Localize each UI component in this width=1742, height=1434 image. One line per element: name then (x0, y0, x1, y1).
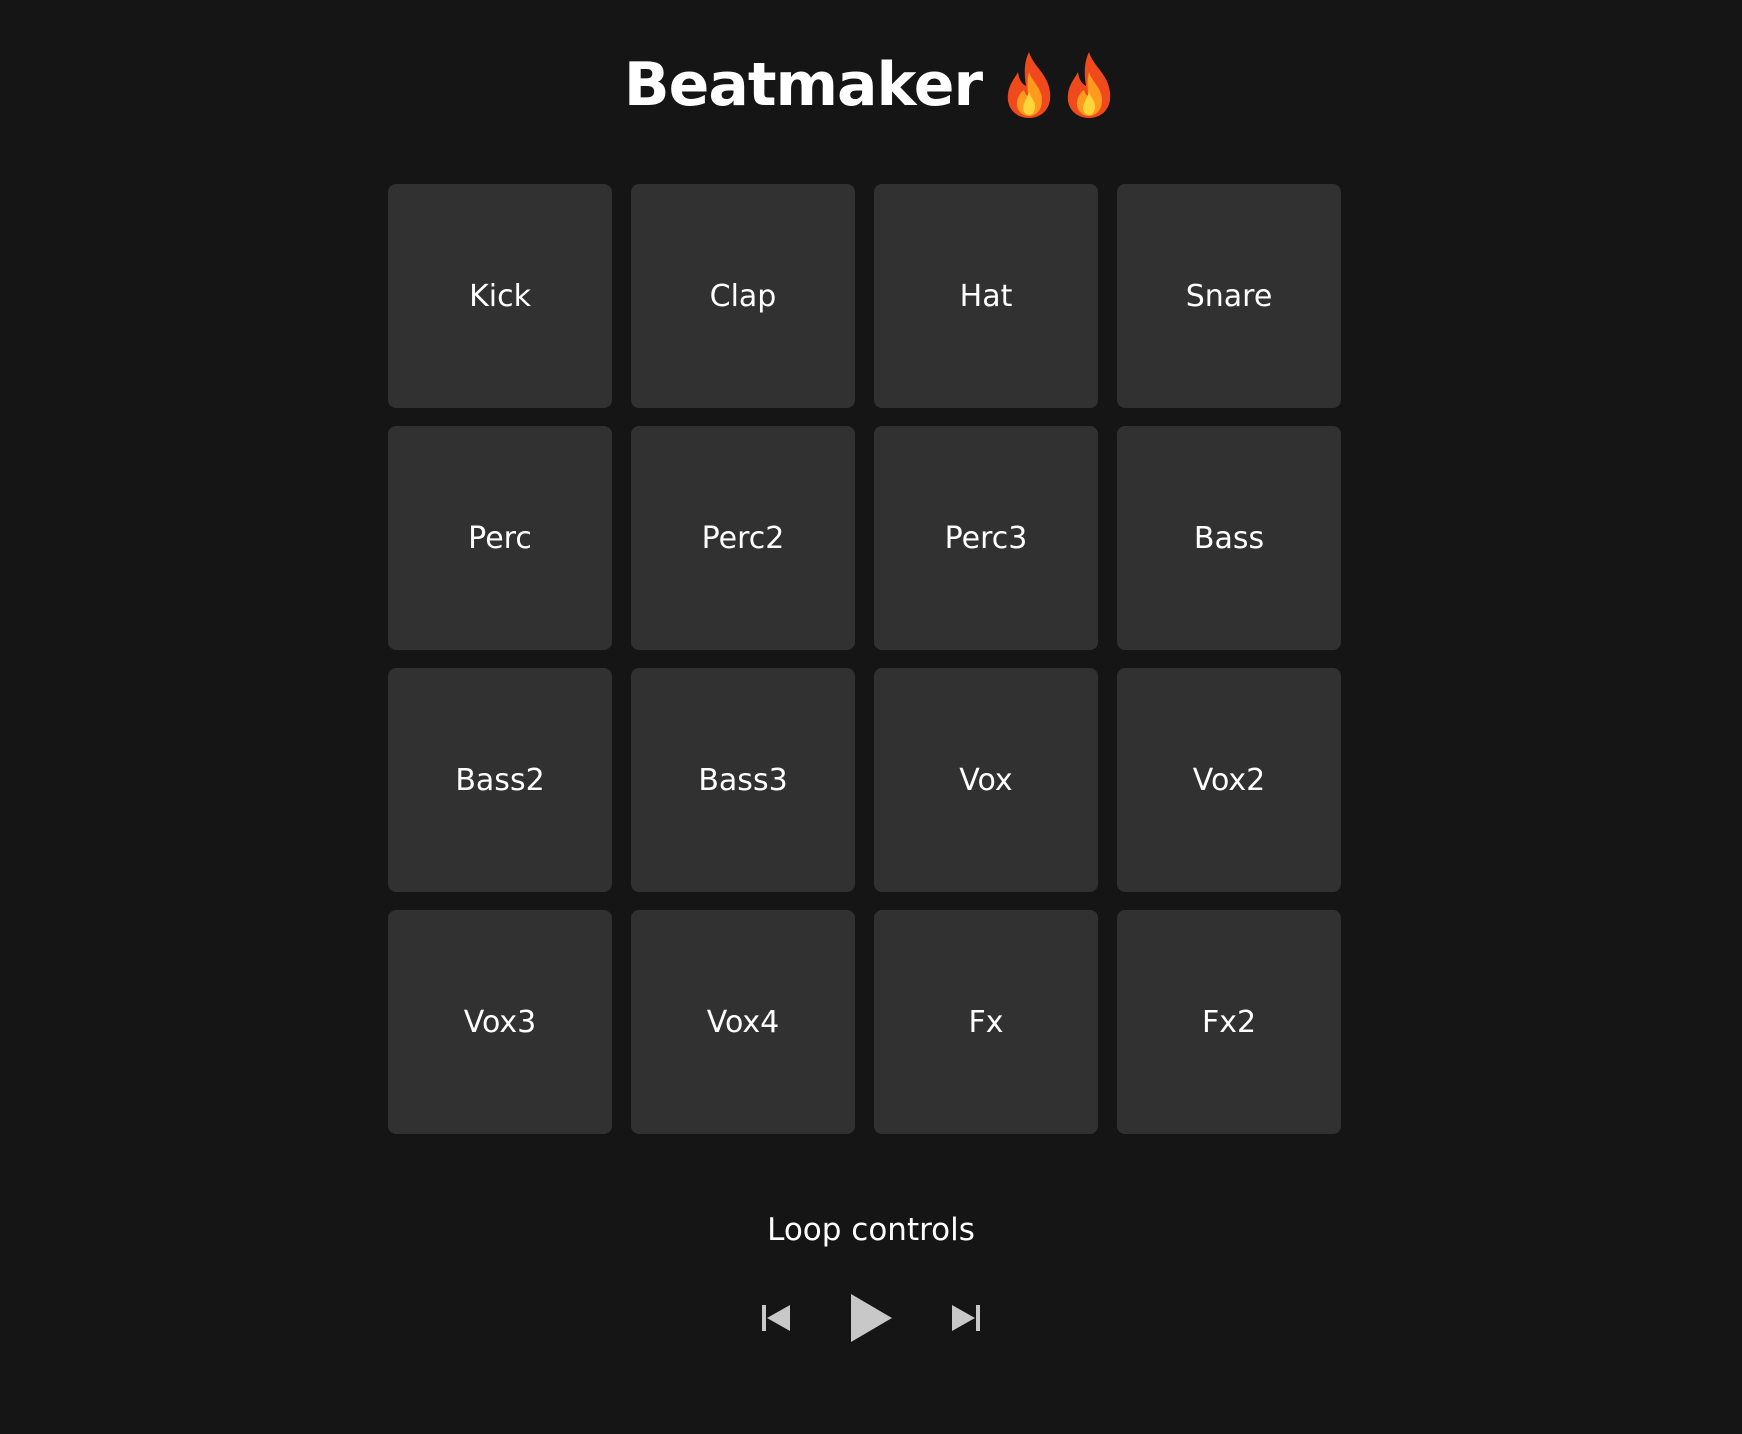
pad-label: Hat (959, 278, 1013, 314)
skip-previous-icon (762, 1305, 790, 1331)
pad-vox4[interactable]: Vox4 (631, 910, 855, 1134)
pad-label: Snare (1185, 278, 1273, 314)
pad-label: Vox3 (463, 1004, 537, 1040)
pad-label: Fx (968, 1004, 1004, 1040)
fire-icon (1067, 52, 1111, 118)
pad-vox2[interactable]: Vox2 (1117, 668, 1341, 892)
pad-label: Perc3 (944, 520, 1028, 556)
pad-fx[interactable]: Fx (874, 910, 1098, 1134)
pad-label: Vox4 (706, 1004, 780, 1040)
pad-vox[interactable]: Vox (874, 668, 1098, 892)
pad-label: Vox2 (1192, 762, 1266, 798)
pad-bass2[interactable]: Bass2 (388, 668, 612, 892)
pad-label: Clap (709, 278, 777, 314)
drum-pad-grid: Kick Clap Hat Snare Perc Perc2 Perc3 Bas… (388, 184, 1341, 1134)
pad-hat[interactable]: Hat (874, 184, 1098, 408)
next-button[interactable] (951, 1303, 981, 1333)
pad-snare[interactable]: Snare (1117, 184, 1341, 408)
pad-fx2[interactable]: Fx2 (1117, 910, 1341, 1134)
page-title: Beatmaker (623, 50, 983, 120)
pad-bass3[interactable]: Bass3 (631, 668, 855, 892)
title-emoji-group (1000, 50, 1118, 120)
play-icon (851, 1294, 892, 1342)
pad-perc[interactable]: Perc (388, 426, 612, 650)
loop-controls-label: Loop controls (767, 1212, 975, 1248)
header: Beatmaker (0, 40, 1742, 130)
play-button[interactable] (849, 1293, 893, 1343)
pad-vox3[interactable]: Vox3 (388, 910, 612, 1134)
pad-label: Bass (1193, 520, 1265, 556)
pad-bass[interactable]: Bass (1117, 426, 1341, 650)
pad-label: Bass2 (455, 762, 545, 798)
pad-perc2[interactable]: Perc2 (631, 426, 855, 650)
pad-kick[interactable]: Kick (388, 184, 612, 408)
pad-label: Perc (468, 520, 532, 556)
skip-next-icon (952, 1305, 980, 1331)
pad-label: Bass3 (698, 762, 788, 798)
beatmaker-app: Beatmaker Kick Clap Hat Snare Perc Perc2… (0, 0, 1742, 1434)
pad-label: Kick (469, 278, 531, 314)
pad-label: Fx2 (1201, 1004, 1257, 1040)
loop-controls (0, 1288, 1742, 1348)
pad-perc3[interactable]: Perc3 (874, 426, 1098, 650)
pad-label: Perc2 (701, 520, 785, 556)
pad-clap[interactable]: Clap (631, 184, 855, 408)
previous-button[interactable] (761, 1303, 791, 1333)
fire-icon (1007, 52, 1051, 118)
pad-label: Vox (959, 762, 1013, 798)
